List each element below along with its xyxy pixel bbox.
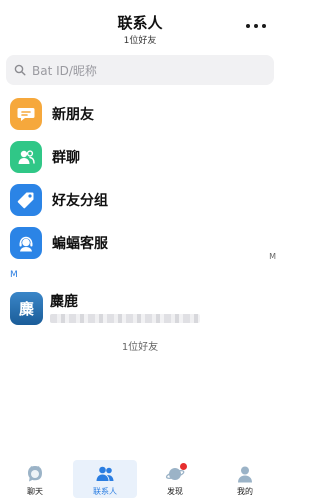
tab-label: 我的: [237, 487, 253, 496]
new-friend-icon: [10, 98, 42, 130]
menu-item-customer-service[interactable]: 蝙蝠客服: [10, 226, 270, 260]
tab-discover[interactable]: 发现: [140, 460, 210, 500]
search-input[interactable]: Bat ID/昵称: [6, 55, 274, 85]
menu-label: 蝙蝠客服: [52, 236, 108, 252]
menu-label: 群聊: [52, 150, 80, 166]
group-chat-icon: [10, 141, 42, 173]
page-subtitle: 1位好友: [123, 36, 157, 46]
chat-icon: [28, 465, 42, 482]
search-placeholder: Bat ID/昵称: [32, 63, 97, 78]
tab-label: 发现: [167, 487, 183, 496]
blurred-contact-detail: [50, 314, 200, 323]
page-title: 联系人: [117, 14, 163, 32]
bottom-nav: 聊天 联系人 发现 我的: [0, 460, 280, 500]
menu-label: 新朋友: [52, 107, 94, 123]
tab-me[interactable]: 我的: [210, 460, 280, 500]
more-dots-icon[interactable]: [246, 22, 266, 30]
menu-item-new-friends[interactable]: 新朋友: [10, 97, 270, 131]
contacts-icon: [96, 466, 114, 481]
alphabet-index-letter[interactable]: M: [269, 252, 276, 261]
menu-item-friend-groups[interactable]: 好友分组: [10, 183, 270, 217]
notification-badge: [180, 463, 187, 470]
tab-chat[interactable]: 聊天: [0, 460, 70, 500]
top-bar: 联系人 1位好友: [0, 0, 280, 52]
contact-row[interactable]: 麋 麋鹿: [10, 290, 270, 332]
search-icon: [14, 64, 26, 76]
tab-label: 联系人: [93, 487, 117, 496]
contacts-screen: 联系人 1位好友 Bat ID/昵称 新朋友 群聊 好友分组 蝙蝠客服 M M …: [0, 0, 280, 500]
friend-count: 1位好友: [121, 342, 159, 353]
tab-contacts[interactable]: 联系人: [70, 460, 140, 500]
tab-label: 聊天: [27, 487, 43, 496]
menu-item-group-chat[interactable]: 群聊: [10, 140, 270, 174]
customer-service-icon: [10, 227, 42, 259]
contact-name: 麋鹿: [50, 294, 78, 310]
section-header: M: [10, 270, 18, 280]
profile-icon: [238, 466, 252, 483]
menu-label: 好友分组: [52, 193, 108, 209]
tag-icon: [10, 184, 42, 216]
avatar: 麋: [10, 292, 43, 325]
